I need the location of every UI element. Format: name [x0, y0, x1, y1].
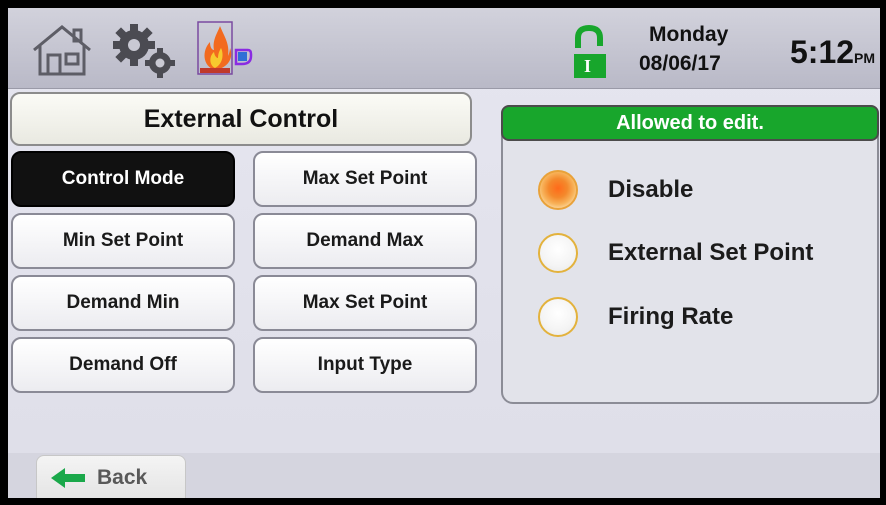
time-value: 5:12	[790, 34, 855, 70]
option-label: Firing Rate	[608, 303, 734, 330]
flame-icon	[197, 21, 253, 75]
radio-selected-icon[interactable]	[538, 170, 578, 210]
control-mode-button[interactable]: Control Mode	[11, 151, 235, 207]
demand-min-button[interactable]: Demand Min	[11, 275, 235, 331]
max-set-point-button[interactable]: Max Set Point	[253, 151, 477, 207]
am-pm-label: PM	[854, 50, 876, 66]
time-label: 5:12PM	[790, 34, 875, 71]
option-label: Disable	[608, 176, 694, 203]
demand-off-button[interactable]: Demand Off	[11, 337, 235, 393]
radio-unselected-icon[interactable]	[538, 297, 578, 337]
back-label: Back	[97, 466, 148, 489]
lock-letter: I	[584, 56, 592, 76]
option-disable[interactable]: Disable	[538, 170, 693, 210]
gear-icon[interactable]	[108, 21, 182, 79]
option-firing-rate[interactable]: Firing Rate	[538, 297, 733, 337]
back-button[interactable]: Back	[36, 455, 186, 498]
home-icon[interactable]	[28, 22, 96, 78]
page-title: External Control	[10, 92, 472, 146]
max-set-point-button-2[interactable]: Max Set Point	[253, 275, 477, 331]
top-bar: I Monday 08/06/17 5:12PM	[8, 8, 880, 89]
touch-screen: I Monday 08/06/17 5:12PM External Contro…	[8, 8, 880, 498]
edit-status-badge: Allowed to edit.	[501, 105, 879, 141]
option-external-set-point[interactable]: External Set Point	[538, 233, 813, 273]
date-label: 08/06/17	[639, 52, 721, 75]
back-arrow-icon	[51, 468, 85, 488]
input-type-button[interactable]: Input Type	[253, 337, 477, 393]
demand-max-button[interactable]: Demand Max	[253, 213, 477, 269]
option-label: External Set Point	[608, 239, 814, 266]
min-set-point-button[interactable]: Min Set Point	[11, 213, 235, 269]
day-label: Monday	[649, 23, 729, 46]
radio-unselected-icon[interactable]	[538, 233, 578, 273]
